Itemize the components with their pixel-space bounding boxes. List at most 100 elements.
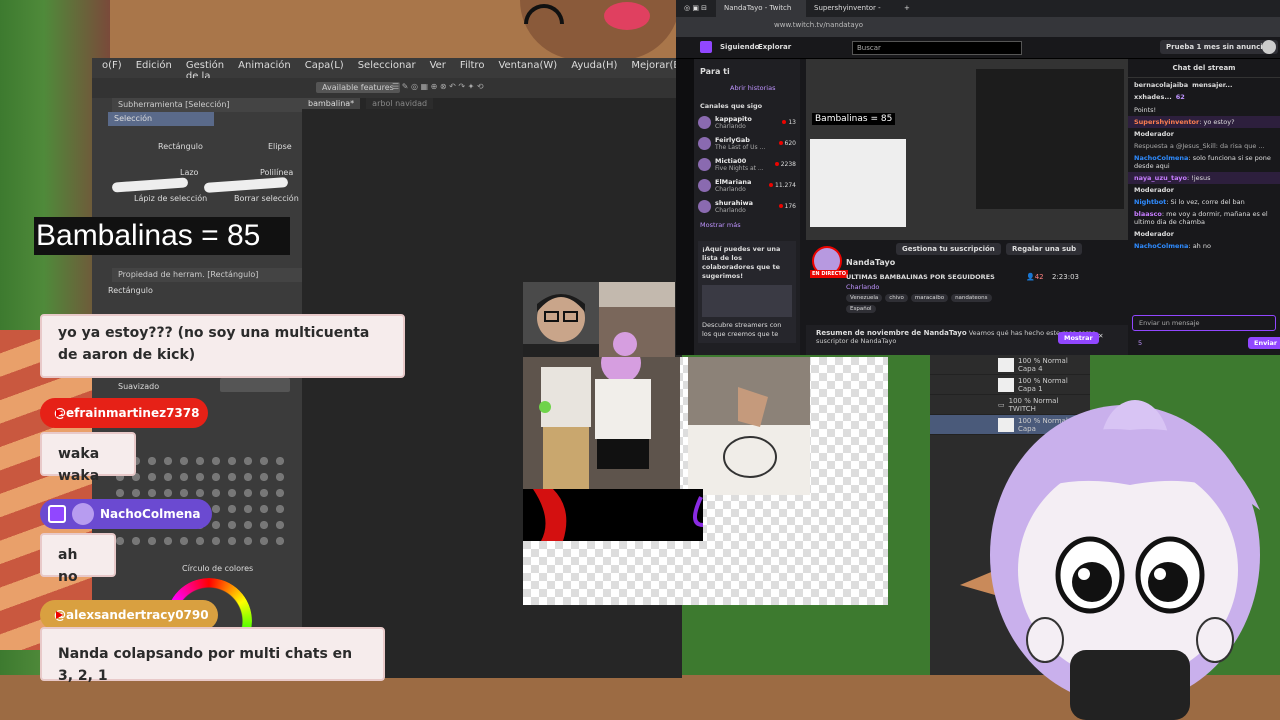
overlay-user-pill-twitch: NachoColmena: [40, 499, 212, 529]
promo-card: ¡Aquí puedes ver una lista de los colabo…: [698, 241, 796, 343]
chat-input[interactable]: Enviar un mensaje: [1132, 315, 1276, 331]
tag[interactable]: Español: [846, 305, 876, 313]
menu-animation[interactable]: Animación: [238, 60, 291, 76]
open-stories-link[interactable]: Abrir historias: [694, 80, 800, 96]
prime-trial-button[interactable]: Prueba 1 mes sin anuncios: [1160, 40, 1278, 54]
channel-item[interactable]: Mictia00 Five Nights at ... 2238: [694, 154, 800, 175]
channel-avatar: [698, 116, 711, 129]
address-bar[interactable]: www.twitch.tv/nandatayo: [676, 17, 1280, 37]
menu-edit[interactable]: Edición: [136, 60, 172, 76]
sidebar-title: Para ti: [700, 67, 730, 76]
nav-following[interactable]: Siguiendo: [720, 43, 759, 51]
chat-title: Chat del stream: [1128, 59, 1280, 78]
leaderboard-user-3: xxhades...: [1134, 93, 1172, 101]
tool-property-title: Propiedad de herram. [Rectángulo]: [112, 268, 302, 282]
promo-sub: Descubre streamers con los que creemos q…: [702, 321, 782, 338]
channel-item[interactable]: shurahiwa Charlando 176: [694, 196, 800, 217]
chat-message: blaasco: me voy a dormir, mañana es el u…: [1134, 210, 1268, 226]
video-player[interactable]: Bambalinas = 85: [806, 59, 1128, 240]
bambalinas-counter: Bambalinas = 85: [34, 217, 290, 255]
menu-layer[interactable]: Capa(L): [305, 60, 344, 76]
user-avatar[interactable]: [1262, 40, 1276, 54]
subtool-panel-title: Subherramienta [Selección]: [112, 98, 302, 112]
viewer-count: 👤42: [1026, 273, 1044, 281]
player-nested-screen: [976, 69, 1124, 209]
menu-page[interactable]: Gestión de la página: [186, 60, 224, 93]
twitch-sidebar: Para ti Abrir historias Canales que sigo…: [694, 59, 800, 355]
stream-title: ULTIMAS BAMBALINAS POR SEGUIDORES: [846, 273, 995, 281]
chat-moderator-label: Moderador: [1134, 186, 1174, 194]
chat-leaderboard: bernacolajaiba mensajer... xxhades... 62: [1128, 78, 1280, 104]
photo-person-portrait: [523, 282, 599, 357]
tool-selection-pen[interactable]: Lápiz de selección: [134, 194, 207, 203]
tool-erase-selection[interactable]: Borrar selección: [234, 194, 299, 203]
canvas-tab-inactive[interactable]: arbol navidad: [366, 98, 434, 109]
tool-ellipse[interactable]: Elipse: [268, 142, 292, 151]
smoothing-slider[interactable]: [220, 378, 290, 392]
overlay-chat-bubble: yo ya estoy??? (no soy una multicuenta d…: [40, 314, 405, 378]
twitch-search-input[interactable]: Buscar: [852, 41, 1022, 55]
followed-title: Canales que sigo: [700, 102, 763, 110]
menu-file[interactable]: o(F): [102, 60, 122, 76]
manage-sub-button[interactable]: Gestiona tu suscripción: [896, 243, 1001, 255]
channel-avatar: [698, 137, 711, 150]
available-features-button[interactable]: Available features: [316, 82, 400, 93]
canvas-tab-active[interactable]: bambalina*: [302, 98, 361, 109]
channel-item[interactable]: ElMariana Charlando 11.274: [694, 175, 800, 196]
browser-window: ◎ ▣ ⊟ NandaTayo - Twitch Supershyinvento…: [676, 0, 1280, 355]
send-button[interactable]: Enviar: [1248, 337, 1280, 349]
browser-tab-nandatayo[interactable]: NandaTayo - Twitch: [716, 0, 806, 17]
nav-explore[interactable]: Explorar: [758, 43, 791, 51]
chat-message: NachoColmena: solo funciona si se pone d…: [1134, 154, 1271, 170]
tag[interactable]: Venezuela: [846, 294, 883, 302]
tool-polyline[interactable]: Polilínea: [260, 168, 293, 177]
chat-points-line: Points!: [1134, 106, 1157, 114]
browser-menu-icons[interactable]: ◎ ▣ ⊟: [676, 0, 716, 17]
tab-selection[interactable]: Selección: [108, 112, 214, 126]
tool-property-value: Rectángulo: [108, 286, 153, 295]
recap-banner: Resumen de noviembre de NandaTayo Veamos…: [806, 325, 1128, 355]
show-more-link[interactable]: Mostrar más: [694, 217, 800, 233]
recap-show-button[interactable]: Mostrar: [1058, 332, 1099, 344]
promo-image: [702, 285, 792, 317]
photo-event-hall: [599, 282, 675, 357]
recap-title: Resumen de noviembre de NandaTayo: [816, 329, 967, 337]
twitch-logo-icon[interactable]: [700, 41, 712, 53]
live-badge: EN DIRECTO: [810, 270, 848, 278]
erase-selection-stroke: [203, 177, 289, 193]
frame-character-nose: [604, 2, 650, 30]
twitch-icon: [48, 505, 66, 523]
tool-rectangle[interactable]: Rectángulo: [158, 142, 203, 151]
player-nested-chat: [810, 139, 906, 227]
tag[interactable]: chivo: [885, 294, 908, 302]
gift-sub-button[interactable]: Regalar una sub: [1006, 243, 1083, 255]
leaderboard-user: bernacolajaiba: [1134, 81, 1189, 89]
csp-menubar: o(F) Edición Gestión de la página Animac…: [92, 58, 684, 93]
menu-select[interactable]: Seleccionar: [358, 60, 416, 76]
menu-filter[interactable]: Filtro: [460, 60, 485, 76]
stream-info: EN DIRECTO NandaTayo ULTIMAS BAMBALINAS …: [806, 240, 1128, 325]
channel-item[interactable]: kappapito Charlando 13: [694, 112, 800, 133]
tag[interactable]: nandateons: [951, 294, 992, 302]
chat-reply: Respuesta a @Jesus_Skill: da risa que ..…: [1134, 142, 1265, 150]
stream-category[interactable]: Charlando: [846, 283, 879, 291]
tool-lasso[interactable]: Lazo: [180, 168, 198, 177]
chat-balance: 5: [1138, 339, 1143, 347]
new-tab-button[interactable]: +: [896, 0, 918, 17]
twitch-chat: Chat del stream bernacolajaiba mensajer.…: [1128, 59, 1280, 355]
user-avatar-icon: [72, 503, 94, 525]
channel-avatar: [698, 158, 711, 171]
streamer-name[interactable]: NandaTayo: [846, 258, 895, 267]
menu-view[interactable]: Ver: [430, 60, 446, 76]
menu-help[interactable]: Ayuda(H): [571, 60, 617, 76]
tag[interactable]: maracaibo: [910, 294, 949, 302]
chat-message: NachoColmena: ah no: [1134, 242, 1211, 250]
menu-window[interactable]: Ventana(W): [498, 60, 557, 76]
csp-toolbar: Available features ☰ ✎ ◎ ▦ ⊕ ⊗ ↶ ↷ ✦ ⟲: [92, 78, 682, 98]
close-icon[interactable]: ✕: [1098, 332, 1103, 340]
browser-tab-supershy[interactable]: Supershyinventor - Twitch: [806, 0, 896, 25]
channel-item[interactable]: FeirlyGab The Last of Us ... 620: [694, 133, 800, 154]
layer-row[interactable]: 100 % Normal Capa 4: [930, 355, 1090, 375]
overlay-chat-bubble: Nanda colapsando por multi chats en 3, 2…: [40, 627, 385, 684]
channel-avatar: [698, 179, 711, 192]
